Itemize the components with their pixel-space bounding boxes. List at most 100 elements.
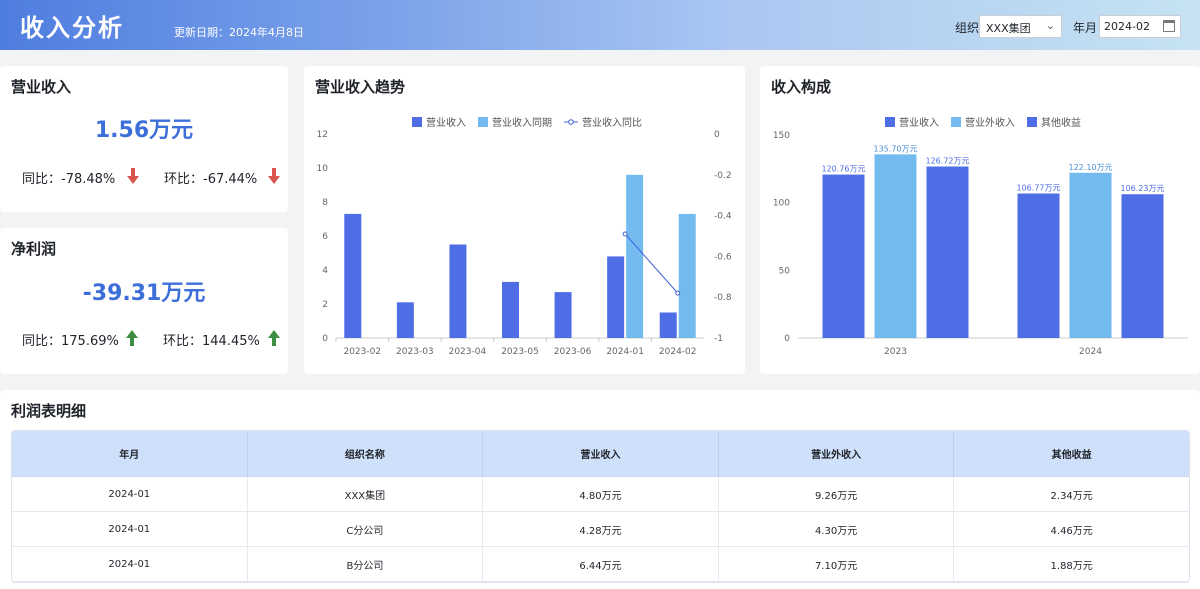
profit-mom: 环比：144.45% — [163, 334, 260, 349]
data-label: 135.70万元 — [874, 144, 918, 153]
bar-revenue — [1017, 193, 1060, 338]
x-tick-label: 2023 — [884, 347, 907, 357]
x-tick-label: 2024 — [1079, 347, 1102, 357]
bar-other-income — [926, 166, 969, 338]
y-tick-label: 100 — [773, 199, 790, 209]
table-row[interactable]: 2024-01 B分公司 6.44万元 7.10万元 1.88万元 — [12, 547, 1189, 582]
y-left-tick-label: 8 — [322, 198, 328, 208]
x-tick-label: 2024-01 — [606, 347, 644, 357]
y-left-tick-label: 10 — [317, 164, 329, 174]
x-tick-label: 2024-02 — [659, 347, 697, 357]
year-month-value: 2024-02 — [1104, 20, 1150, 33]
arrow-down-icon — [268, 168, 280, 184]
y-left-tick-label: 0 — [322, 334, 328, 344]
y-right-tick-label: -0.8 — [714, 293, 732, 303]
y-right-tick-label: -1 — [714, 334, 723, 344]
table-cell: 4.80万元 — [483, 477, 719, 511]
page-title: 收入分析 — [20, 14, 124, 42]
update-date: 更新日期：2024年4月8日 — [174, 26, 304, 39]
table-cell: 2024-01 — [12, 477, 248, 511]
table-cell: B分公司 — [248, 547, 484, 581]
table-cell: 9.26万元 — [719, 477, 955, 511]
table-header-row: 年月 组织名称 营业收入 营业外收入 其他收益 — [12, 431, 1189, 477]
profit-table: 年月 组织名称 营业收入 营业外收入 其他收益 2024-01 XXX集团 4.… — [11, 430, 1190, 583]
data-label: 122.10万元 — [1069, 163, 1113, 172]
y-tick-label: 150 — [773, 131, 790, 141]
bar-revenue — [344, 213, 362, 338]
profit-kpi-title: 净利润 — [11, 240, 57, 258]
table-cell: 4.30万元 — [719, 512, 955, 546]
bar-revenue — [607, 256, 625, 338]
calendar-icon[interactable] — [1163, 20, 1175, 32]
data-label: 106.23万元 — [1121, 184, 1165, 193]
revenue-kpi-value: 1.56万元 — [94, 118, 194, 143]
year-month-picker[interactable]: 2024-02 — [1099, 15, 1181, 38]
bar-revenue — [502, 281, 519, 338]
bar-revenue-prior-year — [678, 213, 696, 338]
table-cell: 2.34万元 — [1050, 490, 1093, 502]
bar-revenue-prior-year — [626, 174, 644, 338]
point-yoy — [675, 290, 681, 296]
profit-kpi-card: 净利润 -39.31万元 同比：175.69% 环比：144.45% — [0, 228, 288, 374]
table-cell: 4.28万元 — [483, 512, 719, 546]
y-tick-label: 50 — [779, 266, 791, 276]
revenue-trend-card: 营业收入趋势 营业收入 营业收入同期 营业收入同比 0 2 4 6 8 10 12 -1 -0.… — [304, 66, 745, 374]
profit-table-title: 利润表明细 — [11, 402, 87, 420]
profit-kpi-value: -39.31万元 — [82, 281, 206, 306]
data-label: 126.72万元 — [926, 157, 970, 166]
org-select-value: XXX集团 — [986, 22, 1031, 35]
bar-revenue — [449, 244, 467, 338]
bar-non-operating-income — [874, 154, 917, 338]
table-header-cell[interactable]: 营业外收入 — [719, 431, 955, 476]
table-cell: 7.10万元 — [719, 547, 955, 581]
bar-revenue — [659, 312, 677, 338]
x-tick-label: 2023-04 — [449, 347, 487, 357]
y-right-tick-label: -0.6 — [714, 252, 732, 262]
profit-yoy: 同比：175.69% — [22, 334, 119, 349]
y-left-tick-label: 2 — [322, 300, 328, 310]
revenue-mom: 环比：-67.44% — [164, 172, 258, 187]
y-tick-label: 0 — [784, 334, 790, 344]
bar-non-operating-income — [1069, 172, 1112, 338]
revenue-trend-chart: 0 2 4 6 8 10 12 -1 -0.8 -0.6 -0.4 -0.2 0 2023-02 2023-… — [317, 130, 732, 357]
y-right-tick-label: -0.4 — [714, 212, 732, 222]
y-left-tick-label: 12 — [317, 130, 328, 140]
x-tick-label: 2023-03 — [396, 347, 434, 357]
revenue-kpi-title: 营业收入 — [11, 78, 72, 96]
y-left-tick-label: 6 — [322, 232, 328, 242]
table-cell: 6.44万元 — [483, 547, 719, 581]
table-header-cell[interactable]: 营业收入 — [483, 431, 719, 476]
table-cell: 2024-01 — [12, 512, 248, 546]
bar-revenue — [822, 174, 865, 338]
bar-other-income — [1121, 194, 1164, 338]
x-tick-label: 2023-06 — [554, 347, 592, 357]
arrow-up-icon — [126, 330, 138, 346]
table-header-cell[interactable]: 年月 — [12, 431, 248, 476]
header-bar: 收入分析 更新日期：2024年4月8日 组织 XXX集团 ⌄ 年月 2024-0… — [0, 0, 1200, 50]
revenue-composition-chart: 0 50 100 150 2023 120.76万元 135.70万元 126.72万元 202… — [773, 131, 1188, 357]
table-row[interactable]: 2024-01 XXX集团 4.80万元 9.26万元 2.34万元 — [12, 477, 1189, 512]
y-left-tick-label: 4 — [322, 266, 328, 276]
bar-revenue — [396, 302, 414, 338]
table-row[interactable]: 2024-01 C分公司 4.28万元 4.30万元 4.46万元 — [12, 512, 1189, 547]
revenue-yoy: 同比：-78.48% — [22, 172, 116, 187]
arrow-up-icon — [268, 330, 280, 346]
x-tick-label: 2023-02 — [343, 347, 381, 357]
table-cell: C分公司 — [248, 512, 484, 546]
table-cell: XXX集团 — [248, 477, 484, 511]
bar-revenue — [554, 292, 572, 338]
table-header-cell[interactable]: 其他收益 — [954, 431, 1189, 476]
chevron-down-icon: ⌄ — [1045, 19, 1055, 32]
org-select[interactable]: XXX集团 ⌄ — [979, 15, 1062, 38]
data-label: 106.77万元 — [1017, 184, 1061, 193]
table-cell: 1.88万元 — [1050, 560, 1093, 572]
x-tick-label: 2023-05 — [501, 347, 539, 357]
table-cell: 2024-01 — [12, 547, 248, 581]
table-header-cell[interactable]: 组织名称 — [248, 431, 484, 476]
org-label: 组织 — [955, 21, 980, 35]
revenue-composition-card: 收入构成 营业收入 营业外收入 其他收益 0 50 100 150 2023 120.76… — [760, 66, 1200, 374]
year-month-label: 年月 — [1073, 21, 1098, 35]
y-right-tick-label: -0.2 — [714, 171, 732, 181]
y-right-tick-label: 0 — [714, 130, 720, 140]
arrow-down-icon — [127, 168, 139, 184]
